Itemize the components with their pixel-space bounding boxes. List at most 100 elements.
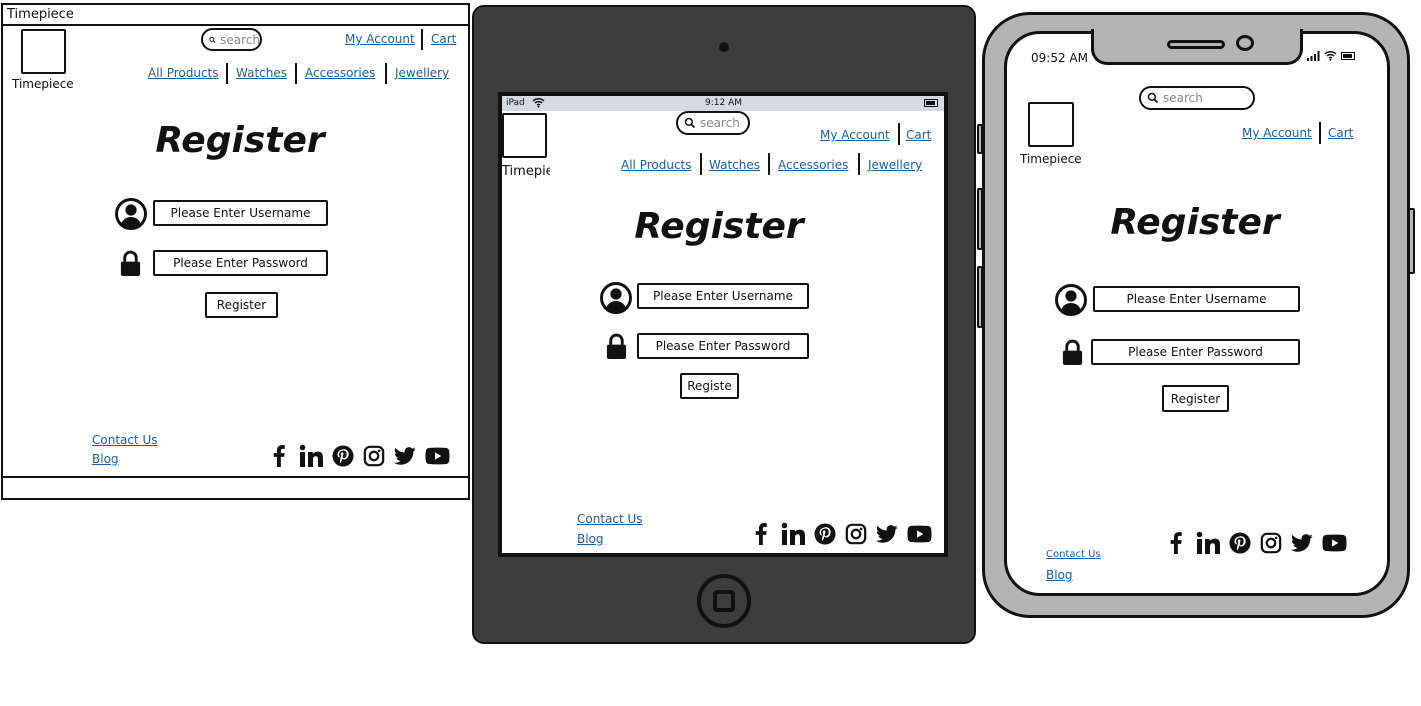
phone-cart-link[interactable]: Cart [1328, 126, 1353, 140]
divider [385, 63, 387, 84]
facebook-icon[interactable] [750, 522, 772, 546]
battery-icon [924, 99, 938, 107]
user-icon [600, 282, 632, 314]
phone-page-title: Register [1110, 202, 1280, 243]
battery-icon [1341, 52, 1355, 60]
phone-screen: 09:52 AM Timepiece search My Account Car… [1004, 31, 1390, 596]
desktop-social-icons [268, 444, 450, 468]
phone-status-time: 09:52 AM [1031, 51, 1088, 65]
tablet-device-label: iPad [506, 98, 525, 108]
desktop-bottom-bar [3, 476, 468, 498]
desktop-register-button[interactable]: Register [205, 292, 278, 318]
pinterest-icon[interactable] [332, 445, 354, 467]
tablet-logo[interactable] [502, 113, 547, 158]
pinterest-icon[interactable] [1229, 532, 1251, 554]
tablet-register-button[interactable]: Registe [680, 373, 739, 399]
user-icon [115, 198, 147, 230]
desktop-password-field[interactable]: Please Enter Password [153, 250, 328, 276]
divider [768, 153, 770, 175]
tablet-my-account-link[interactable]: My Account [820, 128, 890, 142]
tablet-cart-link[interactable]: Cart [906, 128, 931, 142]
desktop-logo[interactable] [21, 29, 66, 74]
divider [1319, 122, 1321, 144]
twitter-icon[interactable] [876, 523, 898, 545]
phone-speaker [1167, 40, 1225, 49]
youtube-icon[interactable] [425, 444, 450, 468]
desktop-cart-link[interactable]: Cart [431, 32, 456, 46]
tablet-nav-jewellery[interactable]: Jewellery [868, 158, 922, 172]
facebook-icon[interactable] [268, 444, 290, 468]
twitter-icon[interactable] [394, 445, 416, 467]
desktop-page-title: Register [155, 120, 325, 161]
desktop-my-account-link[interactable]: My Account [345, 32, 415, 46]
linkedin-icon[interactable] [299, 444, 323, 468]
home-square-icon [713, 590, 735, 612]
desktop-search-input[interactable]: search [201, 28, 262, 51]
phone-username-field[interactable]: Please Enter Username [1093, 286, 1300, 312]
phone-status-icons [1307, 50, 1355, 61]
desktop-logo-label: Timepiece [12, 77, 74, 91]
desktop-nav-all-products[interactable]: All Products [148, 66, 219, 80]
facebook-icon[interactable] [1165, 531, 1187, 555]
tablet-camera [719, 42, 729, 52]
phone-password-field[interactable]: Please Enter Password [1091, 339, 1300, 365]
phone-front-camera [1236, 35, 1254, 51]
phone-logo[interactable] [1028, 102, 1074, 147]
tablet-nav-accessories[interactable]: Accessories [778, 158, 848, 172]
search-icon [209, 34, 216, 46]
divider [700, 153, 702, 175]
lock-icon [119, 250, 142, 277]
tablet-blog-link[interactable]: Blog [577, 532, 604, 546]
divider [858, 153, 860, 175]
tablet-nav-all-products[interactable]: All Products [621, 158, 692, 172]
tablet-home-button[interactable] [697, 574, 751, 628]
divider [421, 29, 423, 50]
pinterest-icon[interactable] [814, 523, 836, 545]
divider [226, 63, 228, 84]
tablet-page-title: Register [634, 206, 804, 247]
linkedin-icon[interactable] [781, 522, 805, 546]
divider [898, 123, 900, 145]
tablet-username-field[interactable]: Please Enter Username [637, 283, 809, 309]
tablet-contact-us-link[interactable]: Contact Us [577, 512, 643, 526]
youtube-icon[interactable] [907, 522, 932, 546]
phone-blog-link[interactable]: Blog [1046, 568, 1073, 582]
desktop-username-field[interactable]: Please Enter Username [153, 200, 328, 226]
instagram-icon[interactable] [363, 445, 385, 467]
tablet-screen: iPad 9:12 AM Timepie search My Account C… [498, 92, 948, 557]
tablet-logo-label: Timepie [502, 164, 550, 179]
lock-icon [605, 333, 628, 360]
phone-search-input[interactable]: search [1139, 86, 1255, 110]
desktop-nav-accessories[interactable]: Accessories [305, 66, 375, 80]
phone-register-button[interactable]: Register [1162, 385, 1229, 412]
tablet-password-field[interactable]: Please Enter Password [637, 333, 809, 359]
lock-icon [1061, 339, 1084, 366]
linkedin-icon[interactable] [1196, 531, 1220, 555]
desktop-nav-jewellery[interactable]: Jewellery [395, 66, 449, 80]
window-title: Timepiece [7, 7, 74, 22]
desktop-nav-watches[interactable]: Watches [236, 66, 287, 80]
signal-icon [1307, 51, 1320, 61]
wifi-icon [532, 97, 545, 111]
tablet-nav-watches[interactable]: Watches [709, 158, 760, 172]
youtube-icon[interactable] [1322, 531, 1347, 555]
user-icon [1055, 284, 1087, 316]
instagram-icon[interactable] [845, 523, 867, 545]
tablet-search-input[interactable]: search [676, 111, 750, 135]
search-icon [1147, 92, 1159, 104]
phone-my-account-link[interactable]: My Account [1242, 126, 1312, 140]
wifi-icon [1324, 51, 1337, 61]
tablet-status-time: 9:12 AM [705, 98, 742, 108]
phone-social-icons [1165, 531, 1347, 555]
divider [295, 63, 297, 84]
search-icon [684, 117, 696, 129]
tablet-social-icons [750, 522, 932, 546]
tablet-status-bar: iPad 9:12 AM [502, 96, 944, 111]
desktop-blog-link[interactable]: Blog [92, 452, 119, 466]
instagram-icon[interactable] [1260, 532, 1282, 554]
desktop-contact-us-link[interactable]: Contact Us [92, 433, 158, 447]
twitter-icon[interactable] [1291, 532, 1313, 554]
phone-contact-us-link[interactable]: Contact Us [1046, 549, 1101, 560]
phone-logo-label: Timepiece [1020, 152, 1082, 166]
desktop-title-bar: Timepiece [3, 5, 468, 26]
